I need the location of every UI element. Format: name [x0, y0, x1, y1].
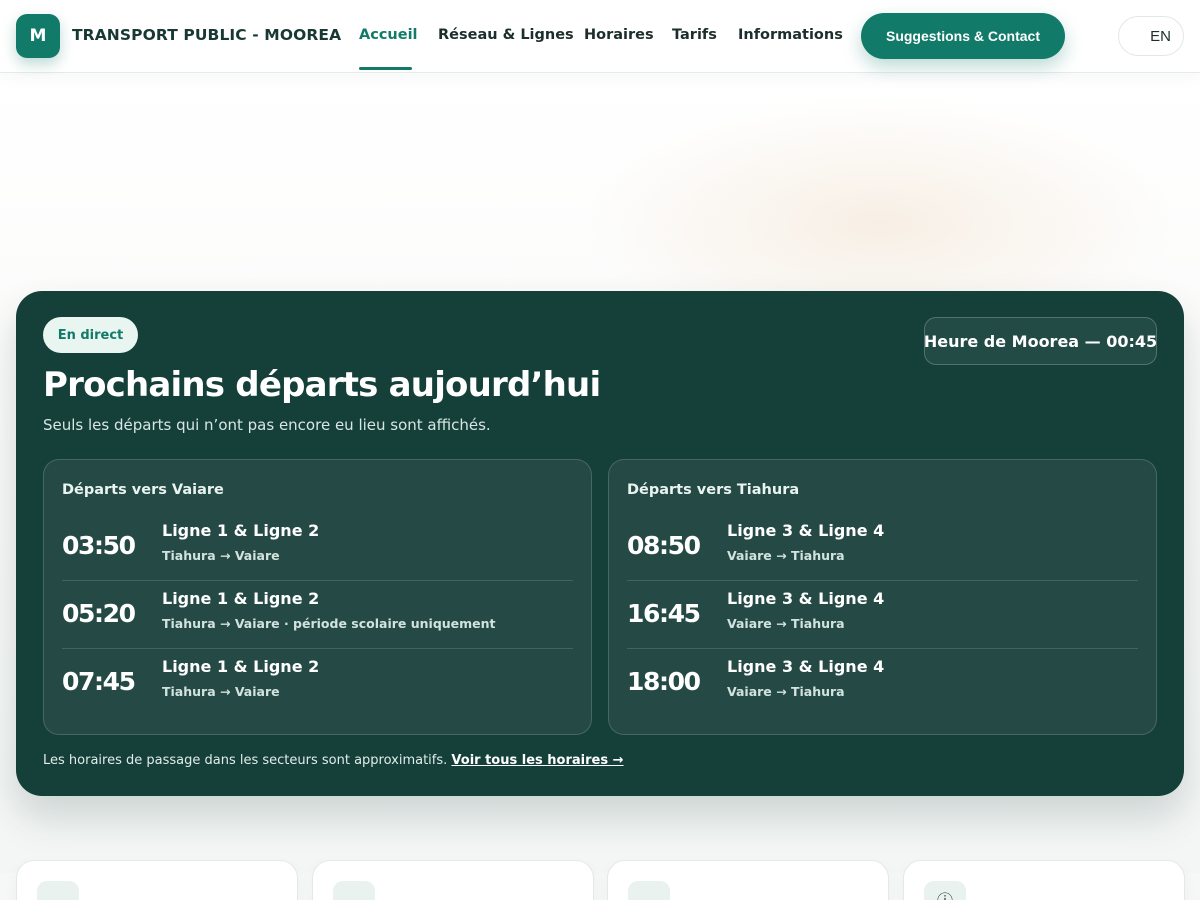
departure-route: Vaiare → Tiahura: [727, 684, 845, 699]
nav-item-horaires[interactable]: Horaires: [584, 27, 654, 43]
nav-item-informations[interactable]: Informations: [738, 27, 843, 43]
brand-name[interactable]: TRANSPORT PUBLIC - MOOREA: [72, 26, 341, 44]
departure-line: Ligne 3 & Ligne 4: [727, 521, 885, 540]
departure-time: 05:20: [62, 599, 136, 628]
all-schedules-link[interactable]: Voir tous les horaires →: [451, 753, 623, 768]
nav-item-accueil[interactable]: Accueil: [359, 27, 418, 43]
departure-row: 05:20 Ligne 1 & Ligne 2 Tiahura → Vaiare…: [62, 581, 573, 649]
departures-title: Prochains départs aujourd’hui: [43, 365, 601, 405]
departure-line: Ligne 3 & Ligne 4: [727, 657, 885, 676]
departure-time: 16:45: [627, 599, 701, 628]
departure-line: Ligne 3 & Ligne 4: [727, 589, 885, 608]
departure-line: Ligne 1 & Ligne 2: [162, 521, 320, 540]
departure-row: 03:50 Ligne 1 & Ligne 2 Tiahura → Vaiare: [62, 513, 573, 581]
feature-card[interactable]: ⓘ: [903, 860, 1185, 900]
feature-card[interactable]: [16, 860, 298, 900]
direction-card-vaiare: Départs vers Vaiare 03:50 Ligne 1 & Lign…: [43, 459, 592, 735]
suggestions-contact-button[interactable]: Suggestions & Contact: [861, 13, 1065, 59]
departure-row: 07:45 Ligne 1 & Ligne 2 Tiahura → Vaiare: [62, 649, 573, 717]
departure-route: Vaiare → Tiahura: [727, 616, 845, 631]
site-header: M TRANSPORT PUBLIC - MOOREA Accueil Rése…: [0, 0, 1200, 73]
schedule-note: Les horaires de passage dans les secteur…: [43, 753, 624, 768]
feature-icon: [628, 881, 670, 900]
direction-title: Départs vers Vaiare: [62, 482, 224, 498]
feature-icon: [37, 881, 79, 900]
departure-line: Ligne 1 & Ligne 2: [162, 657, 320, 676]
departure-line: Ligne 1 & Ligne 2: [162, 589, 320, 608]
departures-panel: En direct Heure de Moorea — 00:45 Procha…: [16, 291, 1184, 796]
departure-route: Tiahura → Vaiare: [162, 684, 280, 699]
departure-row: 16:45 Ligne 3 & Ligne 4 Vaiare → Tiahura: [627, 581, 1138, 649]
info-icon: ⓘ: [924, 881, 966, 900]
departure-time: 03:50: [62, 531, 136, 560]
direction-title: Départs vers Tiahura: [627, 482, 800, 498]
departures-subtitle: Seuls les départs qui n’ont pas encore e…: [43, 416, 491, 434]
departure-time: 18:00: [627, 667, 701, 696]
live-badge: En direct: [43, 317, 138, 353]
moorea-clock: Heure de Moorea — 00:45: [924, 317, 1157, 365]
schedule-note-text: Les horaires de passage dans les secteur…: [43, 753, 448, 768]
logo-badge[interactable]: M: [16, 14, 60, 58]
departure-route: Tiahura → Vaiare: [162, 548, 280, 563]
departure-time: 08:50: [627, 531, 701, 560]
departure-route: Tiahura → Vaiare · période scolaire uniq…: [162, 616, 496, 631]
departure-route: Vaiare → Tiahura: [727, 548, 845, 563]
nav-active-indicator: [359, 67, 412, 70]
departure-row: 08:50 Ligne 3 & Ligne 4 Vaiare → Tiahura: [627, 513, 1138, 581]
departure-row: 18:00 Ligne 3 & Ligne 4 Vaiare → Tiahura: [627, 649, 1138, 717]
feature-icon: [333, 881, 375, 900]
language-toggle-button[interactable]: EN: [1118, 16, 1184, 56]
departure-time: 07:45: [62, 667, 136, 696]
nav-item-tarifs[interactable]: Tarifs: [672, 27, 717, 43]
feature-card[interactable]: [312, 860, 594, 900]
direction-card-tiahura: Départs vers Tiahura 08:50 Ligne 3 & Lig…: [608, 459, 1157, 735]
nav-item-reseau-lignes[interactable]: Réseau & Lignes: [438, 27, 574, 43]
feature-card[interactable]: [607, 860, 889, 900]
